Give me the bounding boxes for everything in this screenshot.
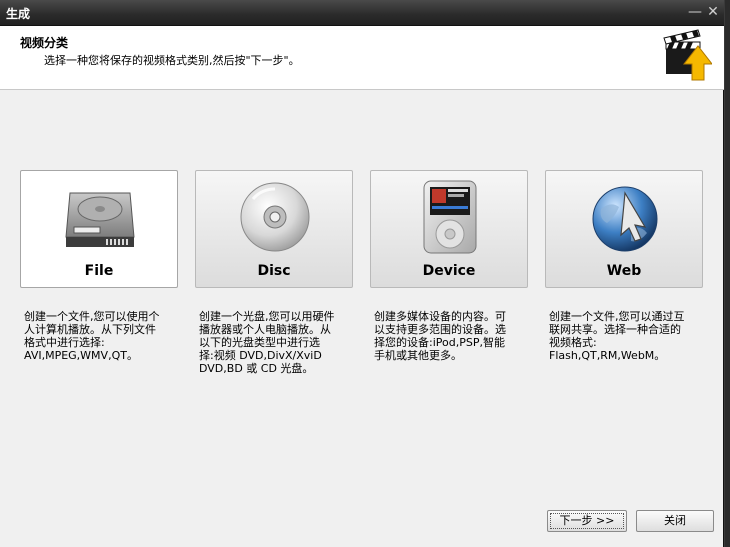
category-file-label: File [84, 263, 114, 279]
page-description: 选择一种您将保存的视频格式类别,然后按"下一步"。 [44, 54, 300, 67]
description-line: 创建一个文件,您可以通过互 [549, 310, 685, 323]
window-title: 生成 [6, 7, 31, 21]
description-line: 视频格式: [549, 336, 597, 349]
description-line: DVD,BD 或 CD 光盘。 [199, 362, 314, 375]
description-line: 创建一个文件,您可以使用个 [24, 310, 160, 323]
next-button[interactable]: 下一步 >> [547, 510, 627, 532]
description-line: 以支持更多范围的设备。选 [374, 323, 506, 336]
media-player-icon [423, 180, 477, 254]
category-file-button[interactable]: File [20, 170, 178, 288]
close-dialog-button[interactable]: 关闭 [636, 510, 714, 532]
description-line: 格式中进行选择: [24, 336, 105, 349]
description-line: 择您的设备:iPod,PSP,智能 [374, 336, 505, 349]
category-file-description: 创建一个文件,您可以使用个 人计算机播放。从下列文件 格式中进行选择: AVI,… [24, 310, 176, 362]
category-disc-description: 创建一个光盘,您可以用硬件 播放器或个人电脑播放。从 以下的光盘类型中进行选 择… [199, 310, 351, 375]
minimize-button[interactable]: — [688, 4, 702, 20]
description-line: 创建多媒体设备的内容。可 [374, 310, 506, 323]
description-line: Flash,QT,RM,WebM。 [549, 349, 666, 362]
category-device-label: Device [422, 263, 476, 279]
globe-cursor-icon [592, 186, 658, 252]
title-bar[interactable]: 生成 — ✕ [0, 0, 724, 26]
description-line: 择:视频 DVD,DivX/XviD [199, 349, 322, 362]
description-line: 联网共享。选择一种合适的 [549, 323, 681, 336]
description-line: 人计算机播放。从下列文件 [24, 323, 156, 336]
category-web-button[interactable]: Web [545, 170, 703, 288]
category-device-description: 创建多媒体设备的内容。可 以支持更多范围的设备。选 择您的设备:iPod,PSP… [374, 310, 526, 362]
description-line: 手机或其他更多。 [374, 349, 462, 362]
dialog-window: 生成 — ✕ 视频分类 选择一种您将保存的视频格式类别,然后按"下一步"。 Fi… [0, 0, 724, 547]
wizard-header: 视频分类 选择一种您将保存的视频格式类别,然后按"下一步"。 [0, 26, 724, 90]
description-line: AVI,MPEG,WMV,QT。 [24, 349, 138, 362]
category-web-label: Web [606, 263, 642, 279]
description-line: 播放器或个人电脑播放。从 [199, 323, 331, 336]
description-line: 以下的光盘类型中进行选 [199, 336, 320, 349]
category-device-button[interactable]: Device [370, 170, 528, 288]
category-disc-label: Disc [257, 263, 291, 279]
background-strip [725, 0, 730, 547]
hard-drive-icon [65, 192, 135, 247]
page-title: 视频分类 [20, 36, 69, 50]
clapperboard-arrow-icon [663, 29, 712, 81]
optical-disc-icon [240, 182, 310, 252]
close-button[interactable]: ✕ [706, 4, 720, 20]
description-line: 创建一个光盘,您可以用硬件 [199, 310, 335, 323]
category-disc-button[interactable]: Disc [195, 170, 353, 288]
category-web-description: 创建一个文件,您可以通过互 联网共享。选择一种合适的 视频格式: Flash,Q… [549, 310, 701, 362]
